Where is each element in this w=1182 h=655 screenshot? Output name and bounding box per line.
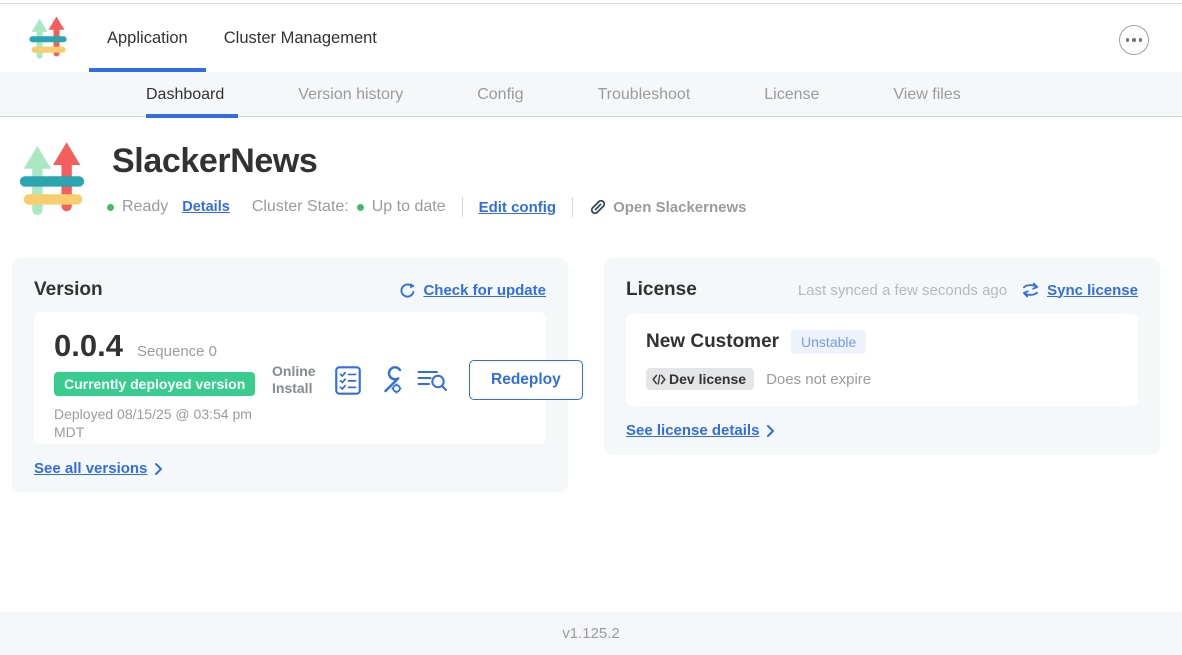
open-app-label: Open Slackernews: [613, 199, 746, 216]
cluster-state-value: Up to date: [372, 198, 446, 216]
version-number: 0.0.4: [54, 328, 123, 364]
edit-config-link[interactable]: Edit config: [479, 199, 557, 216]
redeploy-button[interactable]: Redeploy: [469, 360, 583, 400]
divider: [572, 197, 573, 217]
subtab-view-files[interactable]: View files: [893, 72, 960, 117]
app-logo-icon: [18, 138, 86, 224]
wrench-gear-icon[interactable]: [375, 366, 403, 394]
tab-application[interactable]: Application: [89, 4, 206, 72]
version-card: Version Check for update 0.0.4 Seque: [12, 258, 568, 492]
license-card: License Last synced a few seconds ago: [604, 258, 1160, 455]
sequence-label: Sequence 0: [137, 343, 217, 360]
see-license-details-link[interactable]: See license details: [626, 422, 775, 439]
subtab-dashboard[interactable]: Dashboard: [146, 72, 224, 117]
view-logs-icon[interactable]: [417, 367, 447, 393]
sync-license-link[interactable]: Sync license: [1021, 282, 1138, 299]
console-version: v1.125.2: [562, 625, 620, 642]
install-type-label: Online Install: [272, 363, 320, 398]
replicated-logo-icon: [28, 16, 68, 62]
app-status-text: Ready: [122, 198, 168, 216]
deployed-timestamp: Deployed 08/15/25 @ 03:54 pm MDT: [54, 405, 272, 441]
app-subnav: Dashboard Version history Config Trouble…: [0, 72, 1182, 117]
chevron-right-icon: [766, 424, 775, 438]
subtab-license[interactable]: License: [764, 72, 819, 117]
tab-application-label: Application: [107, 29, 188, 48]
divider: [462, 197, 463, 217]
admin-console: Application Cluster Management Dashboard…: [0, 0, 1182, 655]
cluster-state-dot-icon: [357, 204, 364, 211]
license-card-title: License: [626, 279, 697, 301]
sync-arrows-icon: [1021, 282, 1040, 298]
ellipsis-icon: [1126, 38, 1130, 42]
app-bar-tabs: Application Cluster Management: [89, 4, 395, 72]
cluster-state-label: Cluster State:: [252, 198, 349, 216]
tab-cluster-management[interactable]: Cluster Management: [206, 4, 395, 72]
app-bar: Application Cluster Management: [0, 4, 1182, 72]
chevron-right-icon: [154, 462, 163, 476]
check-for-update-link[interactable]: Check for update: [399, 282, 546, 299]
link-icon: [589, 198, 607, 216]
deployed-badge: Currently deployed version: [54, 372, 255, 396]
subtab-troubleshoot[interactable]: Troubleshoot: [597, 72, 690, 117]
version-card-title: Version: [34, 279, 103, 301]
tab-cluster-management-label: Cluster Management: [224, 29, 377, 48]
console-footer: v1.125.2: [0, 612, 1182, 655]
license-expiry-text: Does not expire: [766, 371, 871, 388]
current-version-panel: 0.0.4 Sequence 0 Currently deployed vers…: [34, 312, 546, 444]
overflow-menu-button[interactable]: [1119, 25, 1149, 55]
status-details-link[interactable]: Details: [182, 199, 230, 215]
app-status-dot-icon: [107, 204, 114, 211]
last-synced-text: Last synced a few seconds ago: [798, 282, 1007, 299]
page-title: SlackerNews: [112, 142, 317, 181]
code-icon: [652, 374, 666, 385]
channel-badge: Unstable: [791, 330, 866, 354]
customer-name: New Customer: [646, 331, 779, 353]
license-type-tag: Dev license: [646, 368, 754, 390]
preflight-checklist-icon[interactable]: [335, 366, 361, 395]
app-status-row: Ready Details Cluster State: Up to date …: [107, 195, 746, 219]
license-panel: New Customer Unstable Dev license: [626, 314, 1138, 406]
see-all-versions-link[interactable]: See all versions: [34, 460, 163, 477]
subtab-config[interactable]: Config: [477, 72, 523, 117]
refresh-icon: [399, 282, 416, 299]
dashboard-cards: Version Check for update 0.0.4 Seque: [12, 258, 1160, 492]
subtab-version-history[interactable]: Version history: [298, 72, 403, 117]
open-app-link[interactable]: Open Slackernews: [589, 198, 746, 216]
